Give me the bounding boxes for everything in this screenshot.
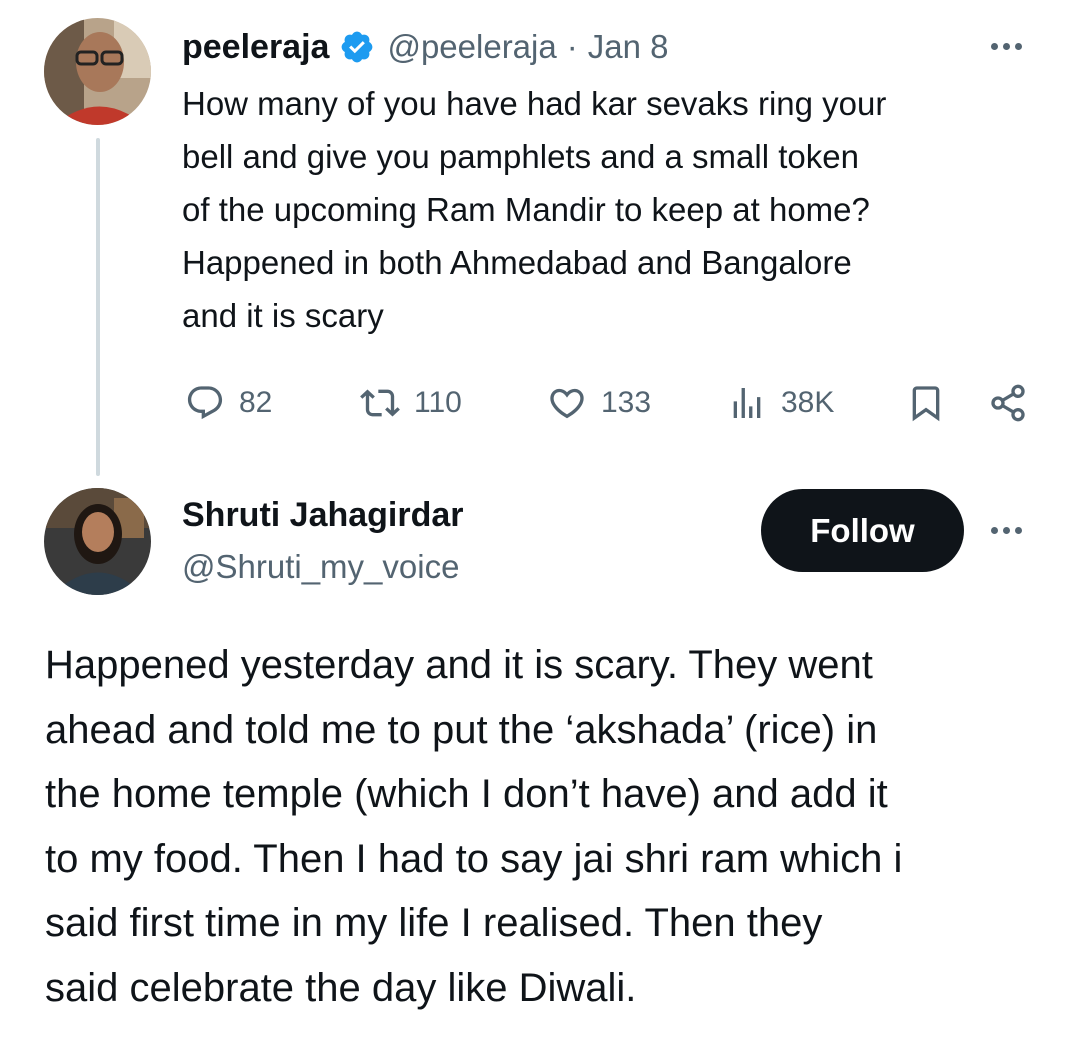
reply-icon [187, 386, 223, 420]
display-name[interactable]: Shruti Jahagirdar [182, 493, 464, 537]
tweet-header: peeleraja @peeleraja · Jan 8 [182, 25, 668, 69]
tweet-date[interactable]: Jan 8 [588, 28, 669, 66]
tweet-text-line: and it is scary [182, 297, 384, 334]
verified-badge-icon [339, 29, 375, 65]
reply-text-line: said first time in my life I realised. T… [45, 901, 823, 945]
like-button[interactable]: 133 [547, 378, 651, 428]
separator-dot: · [566, 28, 578, 65]
reply-text-line: the home temple (which I don’t have) and… [45, 772, 888, 816]
tweet-text-line: How many of you have had kar sevaks ring… [182, 85, 887, 122]
like-count: 133 [601, 386, 652, 419]
repost-button[interactable]: 110 [360, 378, 462, 428]
bookmark-button[interactable] [906, 378, 946, 428]
more-options-icon[interactable] [991, 43, 1022, 50]
like-icon [550, 388, 584, 419]
reply-button[interactable]: 82 [185, 378, 272, 428]
repost-icon [360, 389, 400, 417]
views-button[interactable]: 38K [727, 378, 834, 428]
tweet-text-line: of the upcoming Ram Mandir to keep at ho… [182, 191, 870, 228]
tweet-text-line: Happened in both Ahmedabad and Bangalore [182, 244, 852, 281]
views-count: 38K [781, 386, 835, 419]
reply-text-line: said celebrate the day like Diwali. [45, 965, 637, 1010]
share-icon [991, 384, 1025, 422]
thread-line [96, 138, 100, 476]
tweet-text-line: bell and give you pamphlets and a small … [182, 138, 859, 175]
avatar-peeleraja[interactable] [44, 18, 151, 125]
bookmark-icon [912, 386, 940, 422]
user-handle[interactable]: @peeleraja [387, 28, 556, 66]
repost-count: 110 [414, 386, 462, 419]
share-button[interactable] [988, 378, 1028, 428]
reply-text-line: Happened yesterday and it is scary. They… [45, 643, 873, 687]
display-name[interactable]: peeleraja [182, 28, 329, 67]
tweet-text: How many of you have had kar sevaks ring… [182, 77, 886, 342]
reply-text-line: to my food. Then I had to say jai shri r… [45, 836, 903, 881]
user-handle[interactable]: @Shruti_my_voice [182, 545, 459, 589]
avatar-shruti[interactable] [44, 488, 151, 595]
reply-text-line: ahead and told me to put the ‘akshada’ (… [45, 707, 878, 752]
follow-button[interactable]: Follow [761, 489, 964, 572]
reply-text: Happened yesterday and it is scary. They… [45, 633, 1055, 1020]
more-options-icon[interactable] [991, 527, 1022, 534]
views-icon [733, 388, 761, 418]
reply-count: 82 [239, 386, 273, 419]
